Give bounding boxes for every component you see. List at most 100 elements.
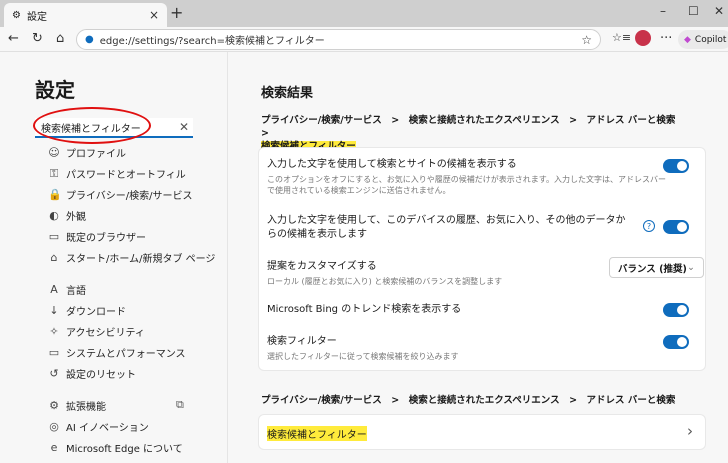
sidebar-item-label: Microsoft Edge について	[66, 444, 183, 455]
close-window-button[interactable]: ✕	[714, 4, 724, 18]
sidebar-item-icon: e	[50, 441, 58, 454]
toggle-device-history[interactable]	[663, 220, 689, 234]
sidebar-item-icon: ✧	[49, 325, 59, 338]
sidebar-title: 設定	[35, 78, 75, 102]
sidebar-item-icon: A	[50, 283, 58, 296]
sidebar-item-icon: ▭	[48, 346, 60, 359]
page-title: 検索結果	[261, 86, 314, 101]
sidebar-item-icon: ☺	[48, 146, 60, 159]
sidebar-item-label: スタート/ホーム/新規タブ ページ	[66, 254, 216, 265]
search-value: 検索候補とフィルター	[41, 123, 141, 135]
tab-bar: ⚙ 設定 × + – ☐ ✕	[0, 0, 728, 27]
tab-title: 設定	[26, 11, 47, 23]
sidebar-item-label: AI イノベーション	[66, 423, 149, 434]
sidebar-item[interactable]: ▭ 既定のブラウザー	[48, 229, 146, 244]
setting-title: 検索フィルター	[267, 336, 337, 347]
breadcrumb-2: プライバシー/検索/サービス > 検索と接続されたエクスペリエンス > アドレス…	[261, 395, 676, 406]
more-icon[interactable]: ···	[660, 31, 672, 46]
sidebar-item-icon: ↺	[49, 367, 59, 380]
sidebar-item[interactable]: 🔒 プライバシー/検索/サービス	[48, 187, 193, 202]
sidebar-item-label: システムとパフォーマンス	[66, 349, 186, 360]
sidebar-item[interactable]: ◎ AI イノベーション	[48, 419, 149, 434]
toggle-bing-trends[interactable]	[663, 303, 689, 317]
setting-row-customize: 提案をカスタマイズする ローカル (履歴とお気に入り) と検索候補のバランスを調…	[267, 257, 704, 287]
sidebar-item-icon: 🔒	[48, 188, 62, 201]
toggle-search-filter[interactable]	[663, 335, 689, 349]
new-tab-button[interactable]: +	[170, 3, 183, 22]
setting-row-bing-trends: Microsoft Bing のトレンド検索を表示する	[267, 303, 697, 317]
setting-title: 提案をカスタマイズする	[267, 261, 377, 272]
setting-desc: このオプションをオフにすると、お気に入りや履歴の候補だけが表示されます。入力した…	[267, 175, 666, 195]
sidebar-item-label: プライバシー/検索/サービス	[66, 191, 193, 202]
chevron-down-icon: ⌄	[687, 262, 695, 273]
sidebar-item-label: 設定のリセット	[66, 370, 136, 381]
sidebar-item[interactable]: ↺ 設定のリセット	[48, 366, 136, 381]
sidebar-item-label: アクセシビリティ	[66, 328, 145, 339]
help-icon[interactable]: ?	[643, 220, 655, 232]
maximize-button[interactable]: ☐	[688, 4, 699, 18]
sidebar-item-icon: ⚿	[49, 166, 59, 180]
main-content: 検索結果 プライバシー/検索/サービス > 検索と接続されたエクスペリエンス >…	[229, 52, 728, 463]
sidebar-item-icon: ◐	[49, 209, 59, 222]
sidebar-item[interactable]: ◐ 外観	[48, 208, 86, 223]
setting-title: 入力した文字を使用して検索とサイトの候補を表示する	[267, 159, 517, 170]
setting-row-search-filter: 検索フィルター 選択したフィルターに従って検索候補を絞り込みます	[267, 335, 697, 362]
external-link-icon: ⧉	[176, 398, 184, 411]
copilot-button[interactable]: ◆ Copilot	[678, 30, 728, 49]
setting-title: Microsoft Bing のトレンド検索を表示する	[267, 304, 462, 315]
breadcrumb-path: プライバシー/検索/サービス > 検索と接続されたエクスペリエンス > アドレス…	[261, 115, 685, 139]
sidebar-item[interactable]: ⚙ 拡張機能	[48, 398, 106, 413]
avatar[interactable]	[635, 30, 651, 46]
sidebar-item-icon: ▭	[48, 230, 60, 243]
sidebar-item-label: ダウンロード	[66, 307, 126, 318]
sidebar-item-icon: ◎	[49, 420, 59, 433]
copilot-label: Copilot	[694, 34, 727, 45]
search-filter-link[interactable]: 検索候補とフィルター	[267, 426, 367, 441]
toggle-search-suggestions[interactable]	[663, 159, 689, 173]
copilot-icon: ◆	[684, 34, 691, 45]
sidebar-item[interactable]: ☺ プロファイル	[48, 145, 126, 160]
sidebar-item-label: 既定のブラウザー	[66, 233, 146, 244]
address-input[interactable]: ● edge://settings/?search=検索候補とフィルター ☆	[76, 29, 601, 50]
sidebar-item-icon: ↓	[49, 304, 59, 317]
refresh-icon[interactable]: ↻	[32, 31, 43, 46]
sidebar-item[interactable]: A 言語	[48, 282, 86, 297]
back-icon[interactable]: ←	[8, 31, 19, 46]
favorites-icon[interactable]: ☆≡	[612, 31, 631, 44]
tab-close-button[interactable]: ×	[149, 8, 159, 22]
sidebar-item[interactable]: ↓ ダウンロード	[48, 303, 126, 318]
sidebar-item-label: パスワードとオートフィル	[66, 170, 186, 181]
sidebar-item-icon: ⌂	[50, 251, 58, 264]
sidebar-item-label: 言語	[66, 286, 86, 297]
gear-icon: ⚙	[12, 9, 21, 21]
edge-icon: ●	[85, 34, 94, 45]
url-text: edge://settings/?search=検索候補とフィルター	[99, 36, 325, 47]
favorite-star-icon[interactable]: ☆	[581, 33, 592, 47]
home-icon[interactable]: ⌂	[56, 31, 64, 46]
balance-select[interactable]: バランス (推奨) ⌄	[609, 257, 704, 278]
chevron-right-icon: ›	[687, 422, 693, 440]
setting-desc: ローカル (履歴とお気に入り) と検索候補のバランスを調整します	[267, 277, 503, 286]
sidebar-item[interactable]: e Microsoft Edge について	[48, 440, 183, 455]
sidebar-item-label: 拡張機能	[66, 402, 106, 413]
sidebar-item[interactable]: ⚿ パスワードとオートフィル	[48, 166, 186, 182]
settings-search-input[interactable]: 検索候補とフィルター ✕	[35, 118, 193, 138]
minimize-button[interactable]: –	[660, 4, 666, 18]
sidebar-item[interactable]: ⌂ スタート/ホーム/新規タブ ページ	[48, 250, 216, 265]
sidebar-item[interactable]: ▭ システムとパフォーマンス	[48, 345, 186, 360]
setting-desc: 選択したフィルターに従って検索候補を絞り込みます	[267, 352, 459, 361]
address-bar-row: ← ↻ ⌂ ● edge://settings/?search=検索候補とフィル…	[0, 27, 728, 52]
setting-title: 入力した文字を使用して、このデバイスの履歴、お気に入り、その他のデータからの候補…	[267, 215, 626, 240]
tab-settings[interactable]: ⚙ 設定 ×	[4, 3, 167, 27]
sidebar-item-label: プロファイル	[66, 149, 126, 160]
setting-row-search-suggestions: 入力した文字を使用して検索とサイトの候補を表示する このオプションをオフにすると…	[267, 158, 697, 196]
settings-card: 入力した文字を使用して検索とサイトの候補を表示する このオプションをオフにすると…	[258, 147, 706, 371]
setting-row-device-history: 入力した文字を使用して、このデバイスの履歴、お気に入り、その他のデータからの候補…	[267, 214, 697, 242]
sidebar-item-label: 外観	[66, 212, 86, 223]
sidebar-item-icon: ⚙	[49, 399, 59, 412]
select-value: バランス (推奨)	[618, 263, 687, 275]
search-filter-link-card[interactable]: 検索候補とフィルター ›	[258, 414, 706, 450]
sidebar-item[interactable]: ✧ アクセシビリティ	[48, 324, 145, 339]
sidebar: 設定 検索候補とフィルター ✕ ☺ プロファイル ⚿ パスワードとオートフィル 🔒 プライ…	[0, 52, 228, 463]
clear-search-icon[interactable]: ✕	[179, 120, 189, 134]
